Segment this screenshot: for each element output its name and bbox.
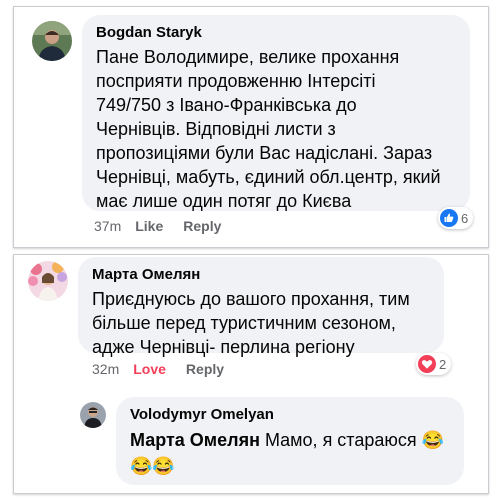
laughing-emoji-icon: 😂😂 — [130, 456, 175, 476]
comment-timestamp[interactable]: 37m — [94, 218, 121, 234]
comment-line: Приєднуюсь до вашого прохання, тим — [92, 289, 410, 309]
like-reaction-icon — [440, 209, 458, 227]
reaction-count: 2 — [439, 356, 447, 372]
avatar-bogdan[interactable] — [32, 21, 72, 61]
comment-line: пропозиціями були Вас надіслані. Зараз — [96, 143, 433, 163]
reply-button[interactable]: Reply — [186, 361, 224, 377]
profile-photo-icon — [32, 21, 72, 61]
comment-author[interactable]: Марта Омелян — [92, 266, 444, 283]
comment-panel-bogdan: Bogdan Staryk Пане Володимире, велике пр… — [13, 6, 489, 248]
laughing-emoji-icon: 😂 — [421, 430, 445, 450]
comment-line: має лише один потяг до Києва — [96, 191, 352, 211]
comment-text: Приєднуюсь до вашого прохання, тим більш… — [92, 287, 444, 359]
comment-bubble: Марта Омелян Приєднуюсь до вашого прохан… — [78, 257, 444, 357]
comment-line: Пане Володимире, велике прохання — [96, 47, 400, 67]
comment-line: адже Чернівці- перлина регіону — [92, 337, 355, 357]
comment-actions: 32m Love Reply — [92, 361, 244, 377]
comment-bubble: Bogdan Staryk Пане Володимире, велике пр… — [82, 15, 470, 211]
profile-photo-icon — [28, 261, 68, 301]
comment-line: Чернівців. Відповідні листи з — [96, 119, 336, 139]
comment-text: Марта Омелян Мамо, я стараюся 😂 😂😂 — [130, 428, 464, 478]
love-reaction-icon — [418, 355, 436, 373]
like-button[interactable]: Like — [135, 218, 163, 234]
reply-text: Мамо, я стараюся — [264, 430, 417, 450]
comment-line: більше перед туристичним сезоном, — [92, 313, 396, 333]
comment-line: 749/750 з Івано-Франківська до — [96, 95, 357, 115]
reaction-summary[interactable]: 6 — [438, 207, 474, 229]
comment-timestamp[interactable]: 32m — [92, 361, 119, 377]
comment-text: Пане Володимире, велике прохання посприя… — [96, 45, 470, 213]
profile-photo-icon — [80, 402, 106, 428]
comment-author[interactable]: Volodymyr Omelyan — [130, 406, 464, 423]
love-button[interactable]: Love — [133, 361, 166, 377]
mention-link[interactable]: Марта Омелян — [130, 430, 260, 450]
comment-actions: 37m Like Reply — [94, 218, 241, 234]
reply-bubble: Volodymyr Omelyan Марта Омелян Мамо, я с… — [116, 397, 464, 485]
avatar-volodymyr[interactable] — [80, 402, 106, 428]
comment-line: посприяти продовженню Інтерсіті — [96, 71, 376, 91]
comment-author[interactable]: Bogdan Staryk — [96, 24, 470, 41]
comment-line: Чернівці, мабуть, єдиний обл.центр, який — [96, 167, 441, 187]
reaction-summary[interactable]: 2 — [416, 353, 452, 375]
comment-panel-marta: Марта Омелян Приєднуюсь до вашого прохан… — [13, 254, 489, 494]
reply-button[interactable]: Reply — [183, 218, 221, 234]
reaction-count: 6 — [461, 210, 469, 226]
avatar-marta[interactable] — [28, 261, 68, 301]
